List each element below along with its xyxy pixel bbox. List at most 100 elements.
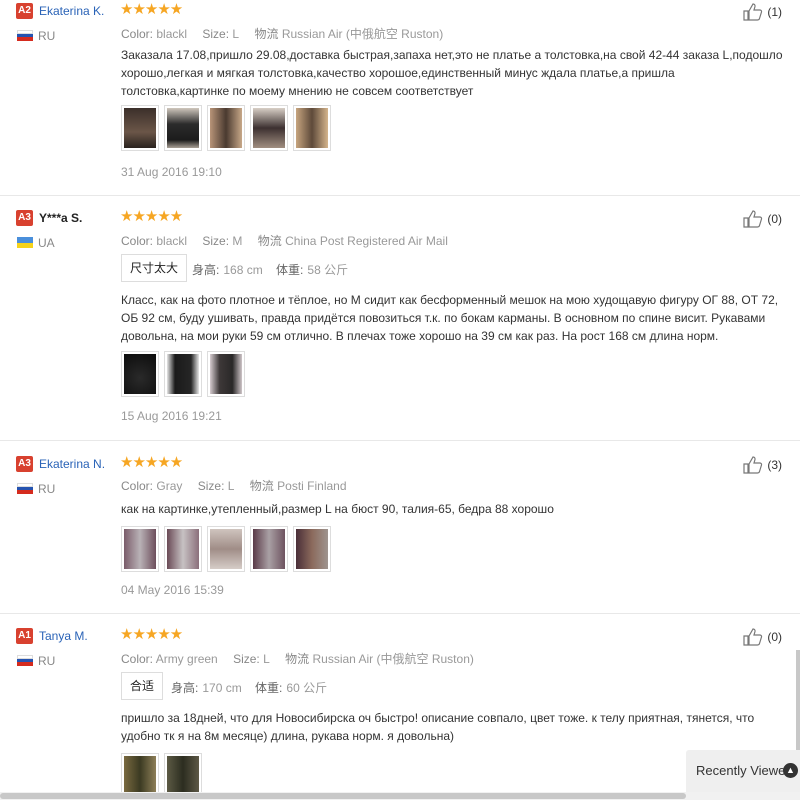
star-rating: ★★★★★: [120, 454, 183, 471]
review-photo[interactable]: [250, 526, 288, 572]
review-photos: [121, 526, 331, 572]
like-button[interactable]: (3): [743, 456, 782, 474]
order-info: Color: blackl Size: L 物流 Russian Air (中俄…: [121, 25, 455, 42]
vertical-scrollbar[interactable]: [796, 650, 800, 750]
review-photo[interactable]: [121, 526, 159, 572]
shipping-value: Russian Air (中俄航空 Ruston): [312, 652, 474, 666]
buyer-name[interactable]: Y***a S.: [39, 211, 82, 225]
height-value: 170 cm: [202, 681, 242, 695]
height-label: 身高:: [171, 681, 199, 695]
buyer-level-badge: A3: [16, 456, 33, 472]
size-value: L: [232, 27, 240, 41]
like-count: (0): [767, 212, 782, 226]
review-item: A1 Tanya M. RU ★★★★★ Color: Army green S…: [0, 613, 800, 800]
size-label: Size:: [202, 234, 230, 248]
review-text: Класс, как на фото плотное и тёплое, но …: [121, 293, 779, 343]
body-measurements: 身高: 170 cm 体重: 60 公斤: [171, 679, 327, 696]
thumbs-up-icon: [743, 210, 763, 228]
review-photo[interactable]: [164, 105, 202, 151]
review-date: 15 Aug 2016 19:21: [121, 409, 222, 423]
star-rating: ★★★★★: [120, 208, 183, 225]
shipping-value: Posti Finland: [277, 479, 347, 493]
review-item: A2 Ekaterina K. RU ★★★★★ Color: blackl S…: [0, 0, 800, 196]
russia-flag-icon: [17, 30, 33, 41]
review-photo[interactable]: [250, 105, 288, 151]
like-button[interactable]: (0): [743, 210, 782, 228]
thumbs-up-icon: [743, 628, 763, 646]
review-item: A3 Ekaterina N. RU ★★★★★ Color: Gray Siz…: [0, 440, 800, 614]
size-value: M: [232, 234, 243, 248]
height-value: 168 cm: [223, 263, 263, 277]
weight-value: 60 公斤: [286, 681, 328, 695]
buyer-country: UA: [38, 236, 55, 250]
fit-tag: 合适: [121, 672, 164, 700]
review-photo[interactable]: [293, 526, 331, 572]
color-value: Gray: [156, 479, 183, 493]
size-value: L: [263, 652, 270, 666]
thumbs-up-icon: [743, 456, 763, 474]
size-label: Size:: [233, 652, 260, 666]
like-button[interactable]: (0): [743, 628, 782, 646]
russia-flag-icon: [17, 655, 33, 666]
star-rating: ★★★★★: [120, 1, 183, 18]
size-label: Size:: [202, 27, 230, 41]
color-value: Army green: [155, 652, 218, 666]
like-count: (3): [767, 458, 782, 472]
color-label: Color:: [121, 234, 154, 248]
star-rating: ★★★★★: [120, 626, 183, 643]
height-label: 身高:: [192, 263, 220, 277]
shipping-label: 物流: [254, 27, 279, 41]
size-value: L: [227, 479, 235, 493]
review-photo[interactable]: [207, 105, 245, 151]
scrollbar-thumb[interactable]: [0, 793, 686, 799]
buyer-country: RU: [38, 482, 56, 496]
buyer-level-badge: A3: [16, 210, 33, 226]
review-photo[interactable]: [293, 105, 331, 151]
fit-tag: 尺寸太大: [121, 254, 188, 282]
like-count: (1): [767, 5, 782, 19]
shipping-label: 物流: [249, 479, 274, 493]
thumbs-up-icon: [743, 3, 763, 21]
shipping-label: 物流: [257, 234, 282, 248]
review-photo[interactable]: [164, 526, 202, 572]
order-info: Color: Army green Size: L 物流 Russian Air…: [121, 650, 486, 667]
color-label: Color:: [121, 479, 154, 493]
review-photo[interactable]: [121, 105, 159, 151]
horizontal-scrollbar[interactable]: [0, 792, 800, 800]
review-date: 04 May 2016 15:39: [121, 583, 224, 597]
buyer-country: RU: [38, 29, 56, 43]
color-label: Color:: [121, 27, 154, 41]
review-text: пришло за 18дней, что для Новосибирска о…: [121, 711, 755, 743]
shipping-value: Russian Air (中俄航空 Ruston): [281, 27, 444, 41]
review-date: 31 Aug 2016 19:10: [121, 165, 222, 179]
review-photo[interactable]: [121, 351, 159, 397]
shipping-label: 物流: [285, 652, 310, 666]
like-button[interactable]: (1): [743, 3, 782, 21]
buyer-name[interactable]: Ekaterina N.: [39, 457, 105, 471]
color-label: Color:: [121, 652, 154, 666]
body-measurements: 身高: 168 cm 体重: 58 公斤: [192, 261, 348, 278]
color-value: blackl: [156, 27, 188, 41]
weight-label: 体重:: [255, 681, 283, 695]
ukraine-flag-icon: [17, 237, 33, 248]
order-info: Color: Gray Size: L 物流 Posti Finland: [121, 477, 359, 494]
size-label: Size:: [197, 479, 225, 493]
review-photo[interactable]: [207, 351, 245, 397]
review-text: как на картинке,утепленный,размер L на б…: [121, 502, 554, 516]
review-photo[interactable]: [164, 351, 202, 397]
buyer-level-badge: A1: [16, 628, 33, 644]
order-info: Color: blackl Size: M 物流 China Post Regi…: [121, 232, 460, 249]
buyer-name[interactable]: Tanya M.: [39, 629, 88, 643]
weight-value: 58 公斤: [307, 263, 349, 277]
recently-viewed-label: Recently Viewed: [696, 763, 793, 778]
chevron-up-icon: ▲: [783, 763, 798, 778]
like-count: (0): [767, 630, 782, 644]
review-photo[interactable]: [207, 526, 245, 572]
buyer-name[interactable]: Ekaterina K.: [39, 4, 104, 18]
review-text: Заказала 17.08,пришло 29.08,доставка быс…: [121, 48, 783, 98]
review-item: A3 Y***a S. UA ★★★★★ Color: blackl Size:…: [0, 195, 800, 441]
recently-viewed-button[interactable]: Recently Viewed ▲: [686, 750, 800, 792]
review-photos: [121, 351, 245, 397]
russia-flag-icon: [17, 483, 33, 494]
shipping-value: China Post Registered Air Mail: [285, 234, 448, 248]
